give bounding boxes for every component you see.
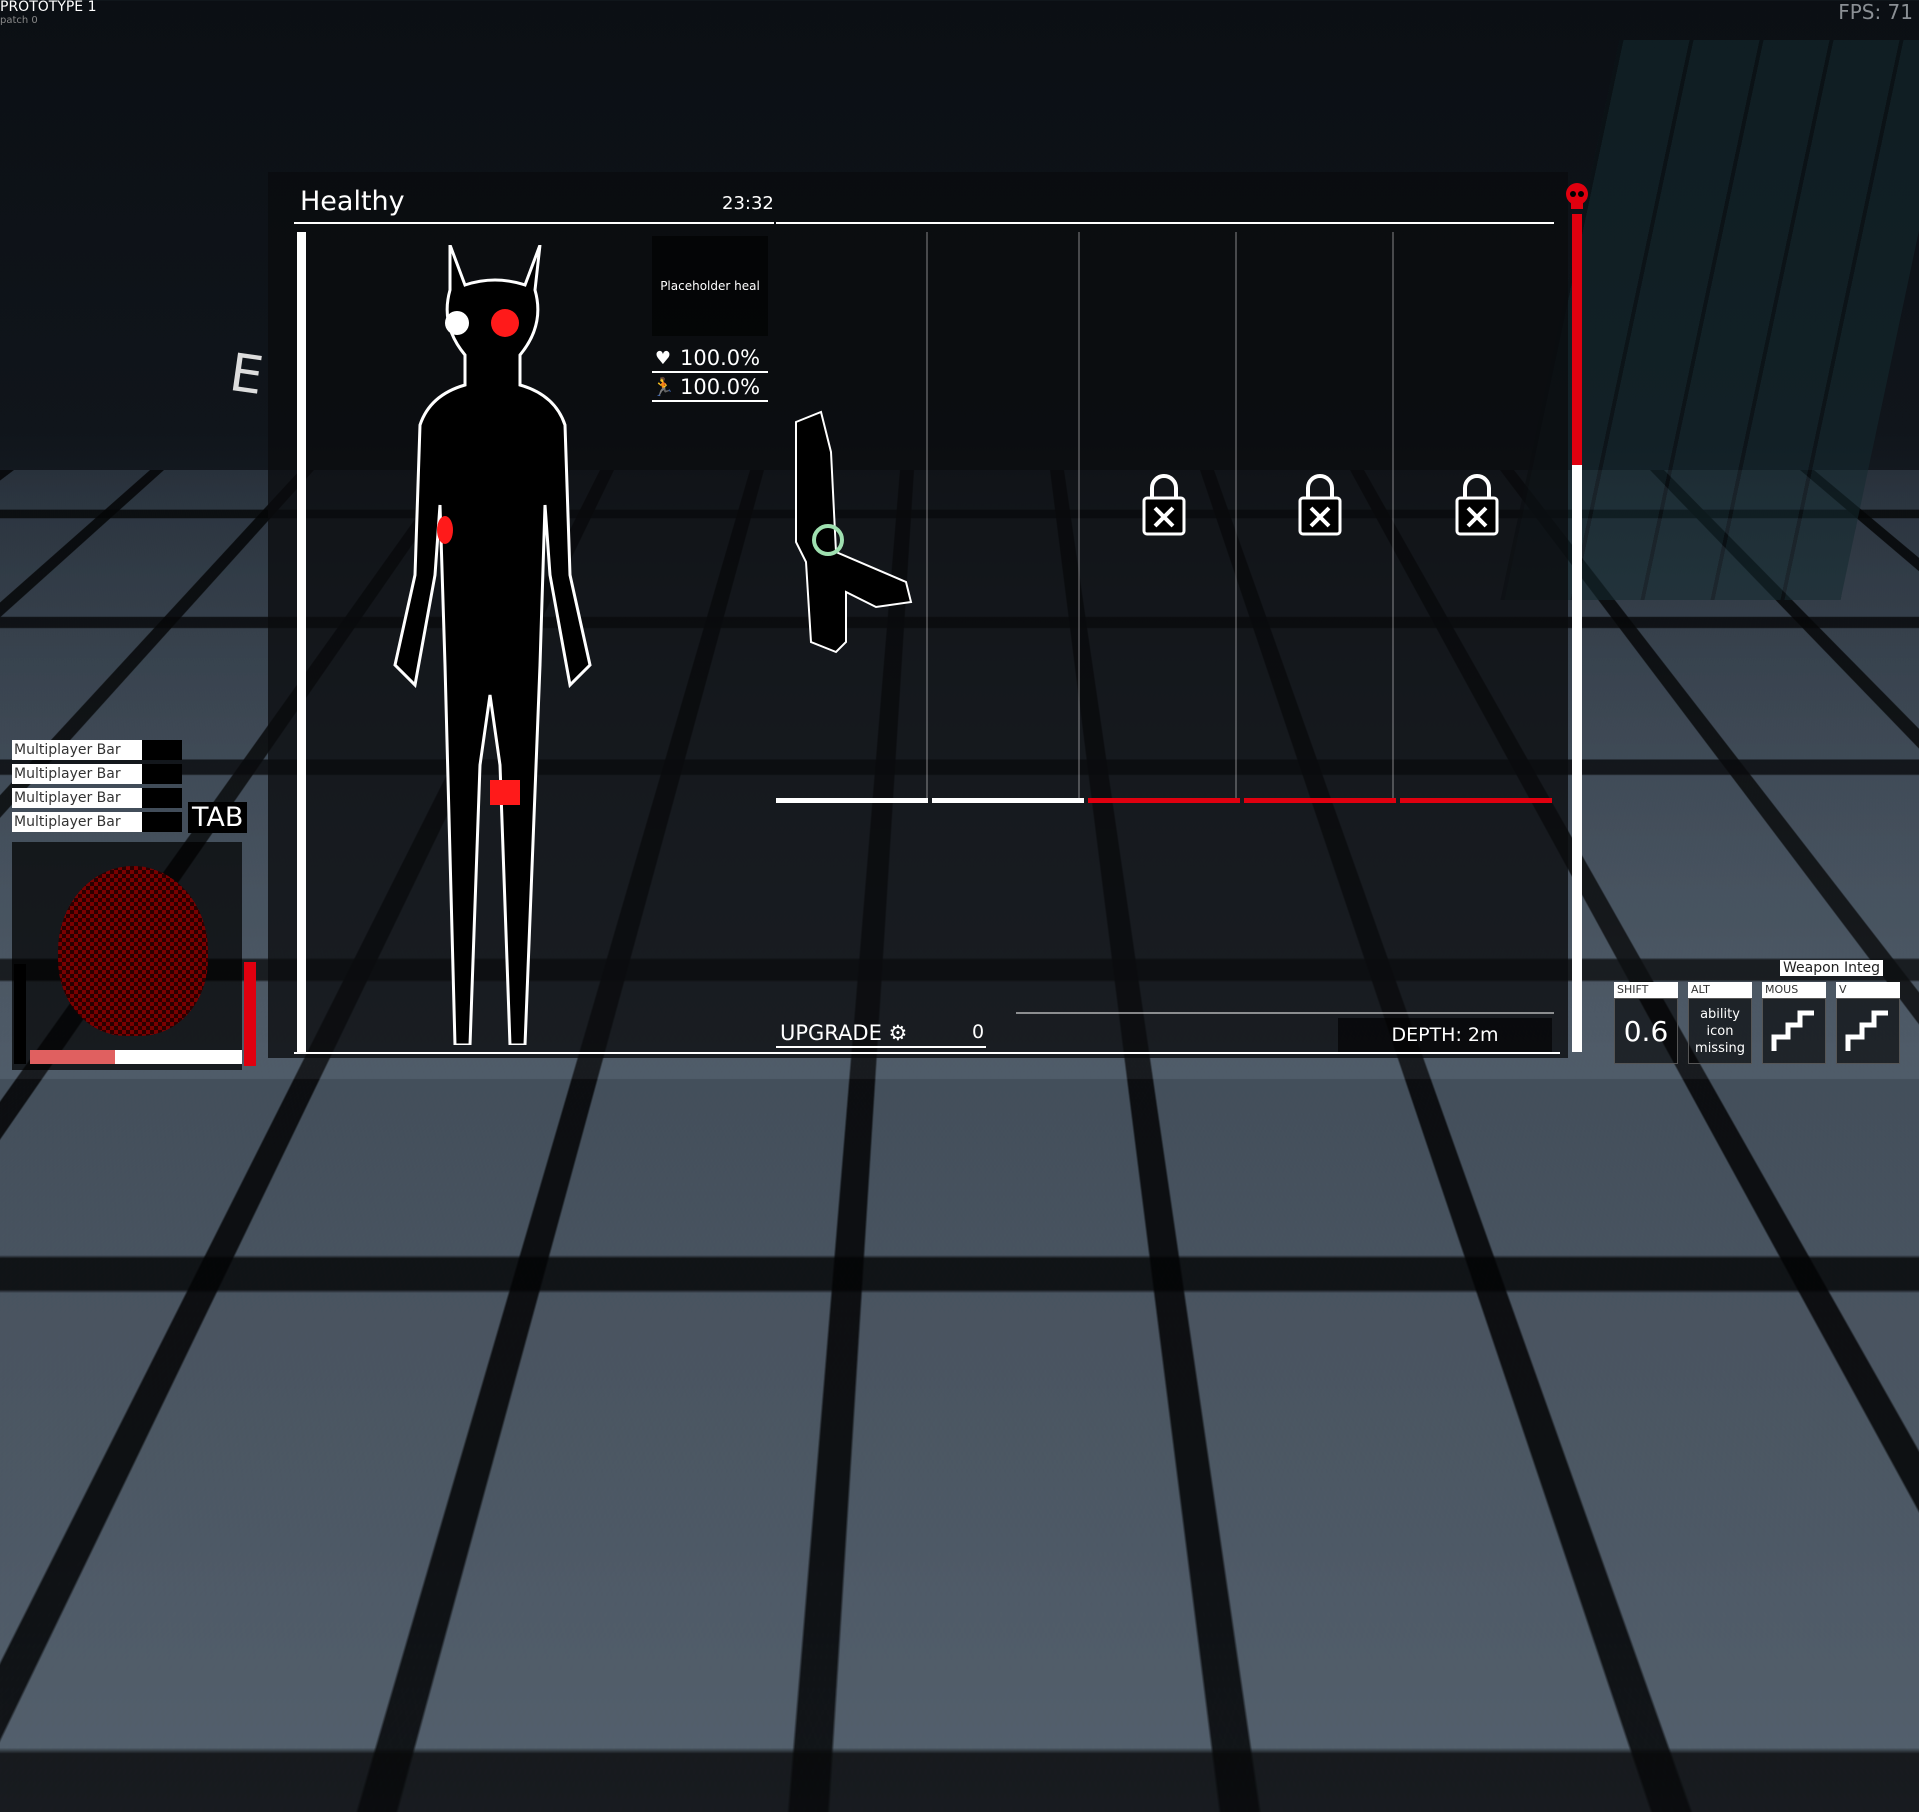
multiplayer-bar-value xyxy=(142,788,182,808)
ability-icon-box xyxy=(1836,998,1900,1064)
upgrade-text: UPGRADE xyxy=(780,1021,882,1045)
player-portrait xyxy=(12,842,242,1070)
lock-icon xyxy=(1142,474,1186,536)
ability-slot-v[interactable]: V xyxy=(1836,982,1900,1064)
slot-5-bar xyxy=(1400,798,1552,803)
fps-counter: FPS: 71 xyxy=(1838,0,1913,24)
wall-sign-glyph: E xyxy=(225,343,267,407)
lock-icon xyxy=(1298,474,1342,536)
game-title: PROTOTYPE 1 xyxy=(0,0,97,15)
portrait-health-fill xyxy=(30,1050,115,1064)
ability-key: ALT xyxy=(1688,982,1752,998)
pistol-icon xyxy=(795,410,913,654)
weapon-slot-2[interactable] xyxy=(928,232,1080,802)
ability-key: MOUS xyxy=(1762,982,1826,998)
ability-value: ability icon missing xyxy=(1688,998,1752,1064)
health-value: 100.0% xyxy=(680,346,761,370)
multiplayer-bar-label: Multiplayer Bar xyxy=(12,740,142,760)
skull-icon xyxy=(1566,183,1588,209)
upgrade-underline xyxy=(776,1046,986,1048)
multiplayer-bar: Multiplayer Bar xyxy=(12,764,182,784)
portrait-left-bar xyxy=(14,964,26,1064)
heal-item-slot[interactable]: Placeholder heal xyxy=(652,236,768,336)
upgrade-label: UPGRADE ⚙ xyxy=(780,1021,907,1045)
weapon-slot-1[interactable] xyxy=(776,232,928,802)
portrait-right-bar xyxy=(244,962,256,1066)
ability-slot-shift[interactable]: SHIFT 0.6 xyxy=(1614,982,1678,1064)
upgrade-count: 0 xyxy=(972,1021,985,1043)
ability-key: SHIFT xyxy=(1614,982,1678,998)
health-stat: ♥ 100.0% xyxy=(652,345,768,373)
weapon-header-divider xyxy=(776,222,1554,224)
multiplayer-bar: Multiplayer Bar xyxy=(12,740,182,760)
slot-1-bar xyxy=(776,798,928,803)
multiplayer-bar: Multiplayer Bar xyxy=(12,788,182,808)
stairs-icon xyxy=(1771,1010,1814,1051)
ability-icon-box xyxy=(1762,998,1826,1064)
multiplayer-bar-value xyxy=(142,764,182,784)
header-divider xyxy=(294,222,774,224)
patch-label: patch 0 xyxy=(0,15,38,26)
ability-slot-alt[interactable]: ALT ability icon missing xyxy=(1688,982,1752,1064)
multiplayer-bar-label: Multiplayer Bar xyxy=(12,788,142,808)
depth-readout: DEPTH: 2m xyxy=(1338,1018,1552,1052)
multiplayer-bar-label: Multiplayer Bar xyxy=(12,764,142,784)
stamina-stat: 🏃 100.0% xyxy=(652,374,768,402)
gear-icon: ⚙ xyxy=(888,1021,908,1045)
heart-icon: ♥ xyxy=(654,347,672,369)
stamina-value: 100.0% xyxy=(680,375,761,399)
slot-2-bar xyxy=(932,798,1084,803)
hands-divider xyxy=(1016,1012,1554,1014)
multiplayer-bar-label: Multiplayer Bar xyxy=(12,812,142,832)
depth-text: DEPTH: 2m xyxy=(1391,1024,1499,1046)
body-silhouette-icon xyxy=(393,244,592,1047)
body-diagram xyxy=(380,244,610,1047)
ability-slot-mouse[interactable]: MOUS xyxy=(1762,982,1826,1064)
lock-icon xyxy=(1455,474,1499,536)
slot-3-bar xyxy=(1088,798,1240,803)
multiplayer-bar-value xyxy=(142,812,182,832)
stairs-icon xyxy=(1845,1010,1888,1051)
multiplayer-bar-value xyxy=(142,740,182,760)
bottom-divider xyxy=(294,1052,1560,1054)
clock-time: 23:32 xyxy=(722,193,774,214)
left-eye xyxy=(445,311,469,335)
slot-4-bar xyxy=(1244,798,1396,803)
multiplayer-bar: Multiplayer Bar xyxy=(12,812,182,832)
heal-item-label: Placeholder heal xyxy=(660,279,760,293)
ability-value: 0.6 xyxy=(1614,998,1678,1064)
game-title-corner: PROTOTYPE 1 patch 0 xyxy=(0,0,97,28)
portrait-head xyxy=(58,866,208,1036)
left-frame-bar xyxy=(297,232,306,1052)
running-icon: 🏃 xyxy=(652,376,675,398)
tab-key-hint[interactable]: TAB xyxy=(188,802,248,833)
abilities-title: Weapon Integ xyxy=(1780,960,1883,976)
danger-meter-fill xyxy=(1572,214,1582,465)
ability-key: V xyxy=(1836,982,1900,998)
condition-title: Healthy xyxy=(300,186,405,217)
